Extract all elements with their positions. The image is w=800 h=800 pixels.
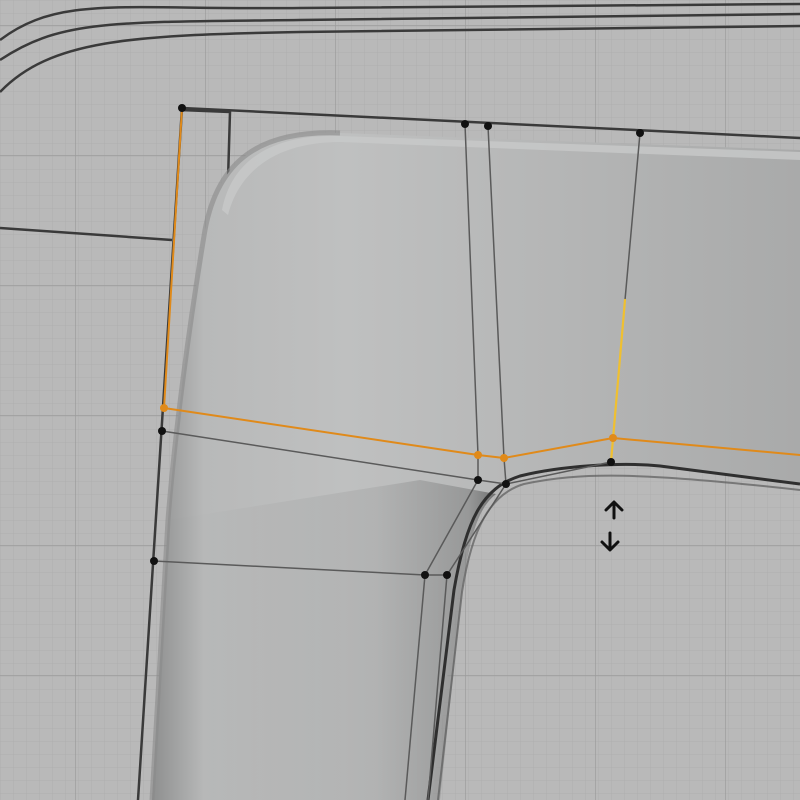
cage-vertex[interactable] [484, 122, 492, 130]
cage-vertex[interactable] [150, 557, 158, 565]
3d-viewport[interactable] [0, 0, 800, 800]
cage-vertex[interactable] [502, 480, 510, 488]
cage-vertex[interactable] [443, 571, 451, 579]
selected-vertex[interactable] [474, 451, 482, 459]
cage-vertex[interactable] [421, 571, 429, 579]
cage-vertex[interactable] [158, 427, 166, 435]
selected-vertex[interactable] [609, 434, 617, 442]
cage-vertex[interactable] [607, 458, 615, 466]
selected-vertex[interactable] [160, 404, 168, 412]
cage-vertex[interactable] [178, 104, 186, 112]
cage-vertex[interactable] [474, 476, 482, 484]
viewport-canvas[interactable] [0, 0, 800, 800]
selected-vertex[interactable] [500, 454, 508, 462]
cage-vertex[interactable] [461, 120, 469, 128]
cage-vertex[interactable] [636, 129, 644, 137]
